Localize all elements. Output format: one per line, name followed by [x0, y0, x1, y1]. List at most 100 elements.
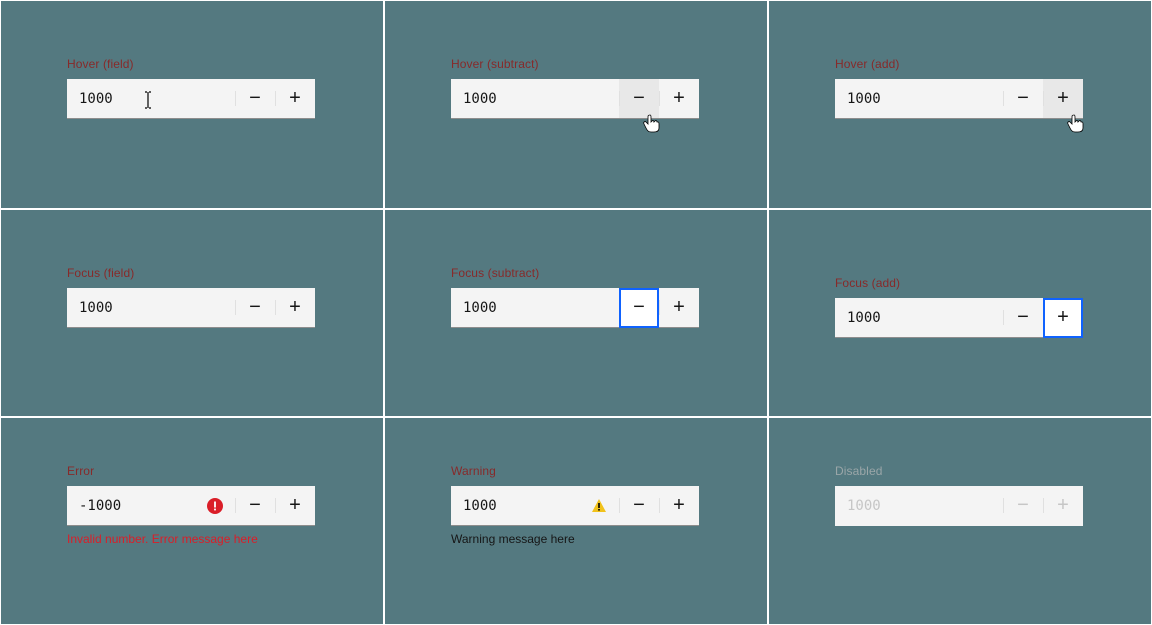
cell-hover-add: Hover (add) 1000 − +: [768, 0, 1152, 209]
subtract-button[interactable]: −: [619, 288, 659, 328]
button-divider: [1003, 310, 1004, 325]
subtract-button[interactable]: −: [619, 79, 659, 119]
number-field[interactable]: 1000: [67, 288, 235, 328]
button-divider: [659, 91, 660, 106]
button-divider: [619, 91, 620, 106]
plus-icon: +: [1057, 87, 1069, 110]
subtract-button[interactable]: −: [619, 486, 659, 526]
button-divider: [235, 300, 236, 315]
button-divider: [659, 300, 660, 315]
number-value: 1000: [463, 498, 497, 514]
state-label: Hover (add): [835, 57, 1085, 71]
minus-icon: −: [633, 87, 645, 110]
add-button[interactable]: +: [275, 486, 315, 526]
number-stepper: 1000 − +: [451, 79, 699, 119]
state-label: Hover (subtract): [451, 57, 701, 71]
button-divider: [275, 498, 276, 513]
plus-icon: +: [289, 87, 301, 110]
button-divider: [1003, 498, 1004, 513]
add-button[interactable]: +: [659, 79, 699, 119]
button-divider: [1043, 91, 1044, 106]
number-value: 1000: [847, 91, 881, 107]
plus-icon: +: [1057, 494, 1069, 517]
number-stepper: 1000 − +: [67, 79, 315, 119]
state-label: Focus (subtract): [451, 266, 701, 280]
number-field[interactable]: -1000: [67, 486, 235, 526]
number-field: 1000: [835, 486, 1003, 526]
add-button[interactable]: +: [1043, 79, 1083, 119]
minus-icon: −: [249, 87, 261, 110]
plus-icon: +: [289, 296, 301, 319]
number-field[interactable]: 1000: [67, 79, 235, 119]
minus-icon: −: [1017, 494, 1029, 517]
state-label: Error: [67, 464, 317, 478]
button-divider: [275, 300, 276, 315]
number-value: 1000: [79, 91, 113, 107]
button-divider: [1043, 498, 1044, 513]
number-value: 1000: [463, 300, 497, 316]
cell-hover-field: Hover (field) 1000 − +: [0, 0, 384, 209]
minus-icon: −: [249, 494, 261, 517]
state-label: Warning: [451, 464, 701, 478]
number-stepper: 1000 − +: [67, 288, 315, 328]
state-label: Focus (field): [67, 266, 317, 280]
subtract-button[interactable]: −: [235, 288, 275, 328]
number-field[interactable]: 1000: [451, 486, 619, 526]
number-value: -1000: [79, 498, 121, 514]
plus-icon: +: [673, 494, 685, 517]
add-button: +: [1043, 486, 1083, 526]
number-stepper: 1000 − +: [835, 79, 1083, 119]
minus-icon: −: [1017, 87, 1029, 110]
error-helper-text: Invalid number. Error message here: [67, 532, 317, 546]
subtract-button: −: [1003, 486, 1043, 526]
number-value: 1000: [79, 300, 113, 316]
plus-icon: +: [673, 87, 685, 110]
button-divider: [275, 91, 276, 106]
subtract-button[interactable]: −: [235, 486, 275, 526]
minus-icon: −: [633, 296, 645, 319]
error-icon: [207, 498, 223, 514]
add-button[interactable]: +: [1043, 298, 1083, 338]
plus-icon: +: [673, 296, 685, 319]
button-divider: [235, 498, 236, 513]
subtract-button[interactable]: −: [1003, 298, 1043, 338]
number-value: 1000: [847, 498, 881, 514]
minus-icon: −: [633, 494, 645, 517]
warning-helper-text: Warning message here: [451, 532, 701, 546]
minus-icon: −: [249, 296, 261, 319]
number-stepper: 1000 − +: [835, 486, 1083, 526]
number-stepper: 1000 − +: [451, 486, 699, 526]
add-button[interactable]: +: [659, 486, 699, 526]
cell-hover-subtract: Hover (subtract) 1000 − +: [384, 0, 768, 209]
number-field[interactable]: 1000: [835, 79, 1003, 119]
button-divider: [619, 498, 620, 513]
cell-warning: Warning 1000 − + Warnin: [384, 417, 768, 625]
cell-error: Error -1000 − + Invalid: [0, 417, 384, 625]
warning-icon: [591, 498, 607, 514]
plus-icon: +: [289, 494, 301, 517]
cell-focus-add: Focus (add) 1000 − +: [768, 209, 1152, 417]
number-field[interactable]: 1000: [451, 288, 619, 328]
state-label: Hover (field): [67, 57, 317, 71]
cell-disabled: Disabled 1000 − +: [768, 417, 1152, 625]
minus-icon: −: [1017, 306, 1029, 329]
button-divider: [235, 91, 236, 106]
state-label: Disabled: [835, 464, 1085, 478]
add-button[interactable]: +: [275, 288, 315, 328]
number-stepper: -1000 − +: [67, 486, 315, 526]
button-divider: [659, 498, 660, 513]
plus-icon: +: [1057, 306, 1069, 329]
cell-focus-field: Focus (field) 1000 − +: [0, 209, 384, 417]
number-field[interactable]: 1000: [835, 298, 1003, 338]
number-value: 1000: [847, 310, 881, 326]
number-stepper: 1000 − +: [451, 288, 699, 328]
number-field[interactable]: 1000: [451, 79, 619, 119]
number-value: 1000: [463, 91, 497, 107]
button-divider: [1003, 91, 1004, 106]
subtract-button[interactable]: −: [235, 79, 275, 119]
add-button[interactable]: +: [659, 288, 699, 328]
number-stepper: 1000 − +: [835, 298, 1083, 338]
subtract-button[interactable]: −: [1003, 79, 1043, 119]
add-button[interactable]: +: [275, 79, 315, 119]
state-label: Focus (add): [835, 276, 1085, 290]
